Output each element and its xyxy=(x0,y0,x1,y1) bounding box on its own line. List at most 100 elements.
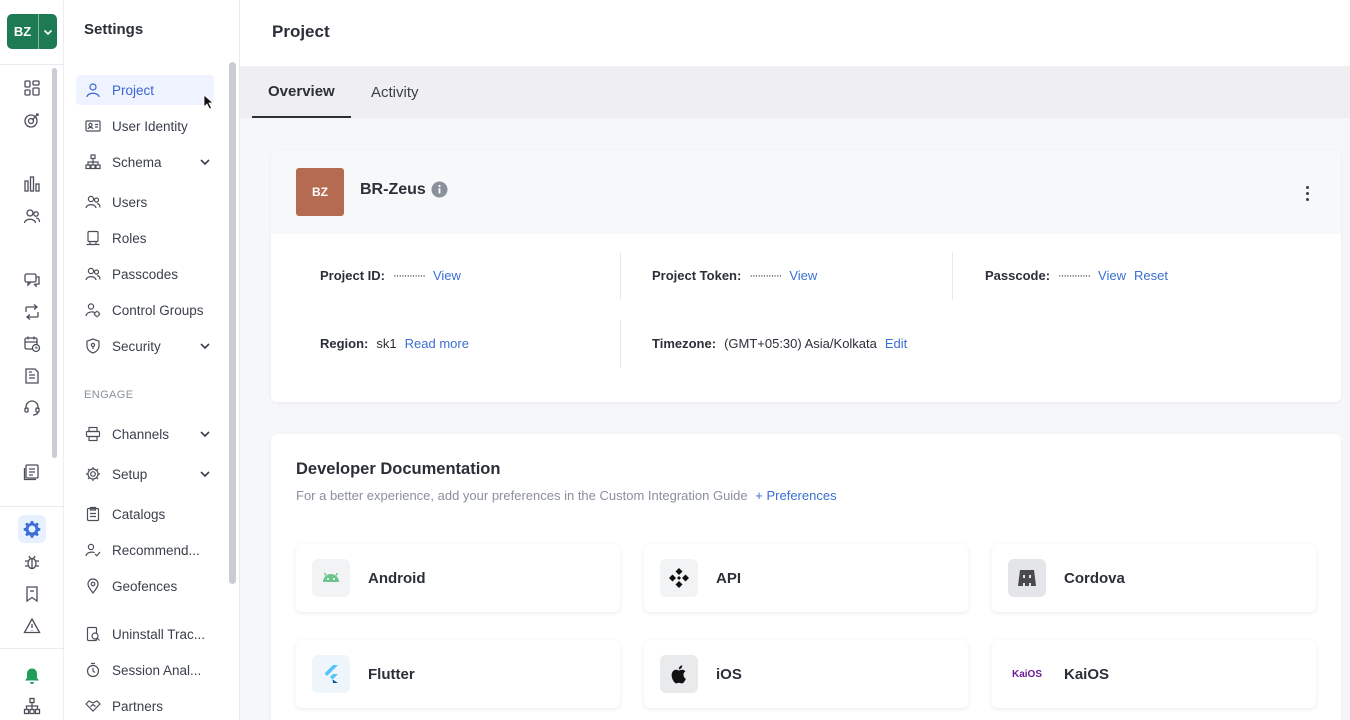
analytics-target-icon[interactable] xyxy=(20,108,44,132)
region-read-more-link[interactable]: Read more xyxy=(405,336,469,351)
gear-icon xyxy=(84,465,102,483)
info-icon[interactable] xyxy=(431,181,448,198)
sidebar-item-label: Setup xyxy=(112,466,148,482)
journeys-icon[interactable] xyxy=(20,300,44,324)
sidebar-item-label: Catalogs xyxy=(112,506,166,522)
sidebar-item-session-analytics[interactable]: Session Anal... xyxy=(76,655,214,685)
project-id-label: Project ID: xyxy=(320,268,386,283)
passcode-masked: ············ xyxy=(1058,269,1091,282)
sidebar-item-project[interactable]: Project xyxy=(76,75,214,105)
mouse-cursor-icon xyxy=(203,94,215,110)
tab-activity[interactable]: Activity xyxy=(355,66,435,118)
flutter-icon xyxy=(312,655,350,693)
chevron-down-icon xyxy=(38,14,57,49)
icon-rail: BZ xyxy=(0,0,64,720)
alert-warning-icon[interactable] xyxy=(20,614,44,638)
sidebar-item-partners[interactable]: Partners xyxy=(76,691,214,720)
sidebar-item-user-identity[interactable]: User Identity xyxy=(76,111,214,141)
platform-name: iOS xyxy=(716,665,742,683)
page-title: Project xyxy=(272,22,330,41)
segments-icon[interactable] xyxy=(20,204,44,228)
timezone-edit-link[interactable]: Edit xyxy=(885,336,907,351)
sidebar-scrollbar[interactable] xyxy=(229,62,236,584)
sidebar-item-setup[interactable]: Setup xyxy=(76,459,214,489)
platform-name: KaiOS xyxy=(1064,665,1110,683)
sidebar-item-uninstall-tracking[interactable]: Uninstall Trac... xyxy=(76,619,214,649)
passcodes-icon xyxy=(84,265,102,283)
rail-scrollbar[interactable] xyxy=(52,68,57,458)
project-details: Project ID: ············ View Project To… xyxy=(271,234,1341,402)
templates-icon[interactable] xyxy=(20,364,44,388)
passcode-label: Passcode: xyxy=(985,268,1051,283)
session-icon xyxy=(84,661,102,679)
divider xyxy=(952,252,953,300)
chevron-down-icon xyxy=(200,431,210,438)
notifications-bell-icon[interactable] xyxy=(20,664,44,688)
sidebar-item-label: Uninstall Trac... xyxy=(112,626,206,642)
handshake-icon xyxy=(84,697,102,715)
platform-card-cordova[interactable]: Cordova xyxy=(992,544,1316,612)
workspace-abbr: BZ xyxy=(13,24,32,39)
passcode-field: Passcode: ············ View Reset xyxy=(985,268,1168,283)
page-header: Project xyxy=(240,0,1350,66)
messages-icon[interactable] xyxy=(20,268,44,292)
campaign-schedule-icon[interactable] xyxy=(20,332,44,356)
main-content: Project Overview Activity BZ BR-Zeus Pro… xyxy=(240,0,1350,720)
platform-card-android[interactable]: Android xyxy=(296,544,620,612)
sidebar-item-label: Passcodes xyxy=(112,266,179,282)
platform-card-kaios[interactable]: KaiOS KaiOS xyxy=(992,640,1316,708)
more-options-icon[interactable] xyxy=(1299,182,1315,204)
catalog-icon xyxy=(84,505,102,523)
passcode-reset-link[interactable]: Reset xyxy=(1134,268,1168,283)
hierarchy-icon[interactable] xyxy=(20,694,44,718)
project-card-header: BZ BR-Zeus xyxy=(271,150,1341,232)
dashboard-icon[interactable] xyxy=(20,76,44,100)
sidebar-item-users[interactable]: Users xyxy=(76,187,214,217)
settings-gear-icon[interactable] xyxy=(18,515,46,543)
developer-docs-card: Developer Documentation For a better exp… xyxy=(271,434,1341,720)
channels-icon xyxy=(84,425,102,443)
sidebar-item-passcodes[interactable]: Passcodes xyxy=(76,259,214,289)
sidebar-item-schema[interactable]: Schema xyxy=(76,147,214,177)
sidebar-item-recommendations[interactable]: Recommend... xyxy=(76,535,214,565)
debug-bug-icon[interactable] xyxy=(20,550,44,574)
project-token-label: Project Token: xyxy=(652,268,742,283)
rail-divider xyxy=(0,648,64,649)
passcode-view-link[interactable]: View xyxy=(1098,268,1126,283)
reports-icon[interactable] xyxy=(20,460,44,484)
uninstall-icon xyxy=(84,625,102,643)
platform-card-api[interactable]: API xyxy=(644,544,968,612)
bar-chart-icon[interactable] xyxy=(20,172,44,196)
map-pin-icon xyxy=(84,577,102,595)
tab-overview[interactable]: Overview xyxy=(252,66,351,118)
sidebar-item-label: Users xyxy=(112,194,148,210)
sidebar-item-catalogs[interactable]: Catalogs xyxy=(76,499,214,529)
kaios-icon: KaiOS xyxy=(1008,655,1046,693)
kaios-logo-text: KaiOS xyxy=(1011,668,1042,680)
project-id-view-link[interactable]: View xyxy=(433,268,461,283)
project-token-view-link[interactable]: View xyxy=(789,268,817,283)
sidebar-item-channels[interactable]: Channels xyxy=(76,419,214,449)
timezone-value: (GMT+05:30) Asia/Kolkata xyxy=(724,336,877,351)
sidebar-item-security[interactable]: Security xyxy=(76,331,214,361)
platform-card-ios[interactable]: iOS xyxy=(644,640,968,708)
sidebar-item-control-groups[interactable]: Control Groups xyxy=(76,295,214,325)
platform-card-flutter[interactable]: Flutter xyxy=(296,640,620,708)
region-value: sk1 xyxy=(376,336,397,351)
sidebar-item-geofences[interactable]: Geofences xyxy=(76,571,214,601)
workspace-switcher[interactable]: BZ xyxy=(7,14,57,49)
shield-icon xyxy=(84,337,102,355)
sidebar-item-label: User Identity xyxy=(112,118,188,134)
preferences-link[interactable]: + Preferences xyxy=(755,488,836,503)
docs-bookmark-icon[interactable] xyxy=(20,582,44,606)
support-headset-icon[interactable] xyxy=(20,396,44,420)
timezone-field: Timezone: (GMT+05:30) Asia/Kolkata Edit xyxy=(652,336,907,351)
sidebar-item-label: Channels xyxy=(112,426,170,442)
sidebar-item-label: Schema xyxy=(112,154,162,170)
sidebar-item-roles[interactable]: Roles xyxy=(76,223,214,253)
docs-subtitle: For a better experience, add your prefer… xyxy=(296,488,837,503)
docs-subtitle-text: For a better experience, add your prefer… xyxy=(296,488,748,503)
sidebar-title: Settings xyxy=(84,21,144,38)
roles-icon xyxy=(84,229,102,247)
rail-divider xyxy=(0,64,64,65)
